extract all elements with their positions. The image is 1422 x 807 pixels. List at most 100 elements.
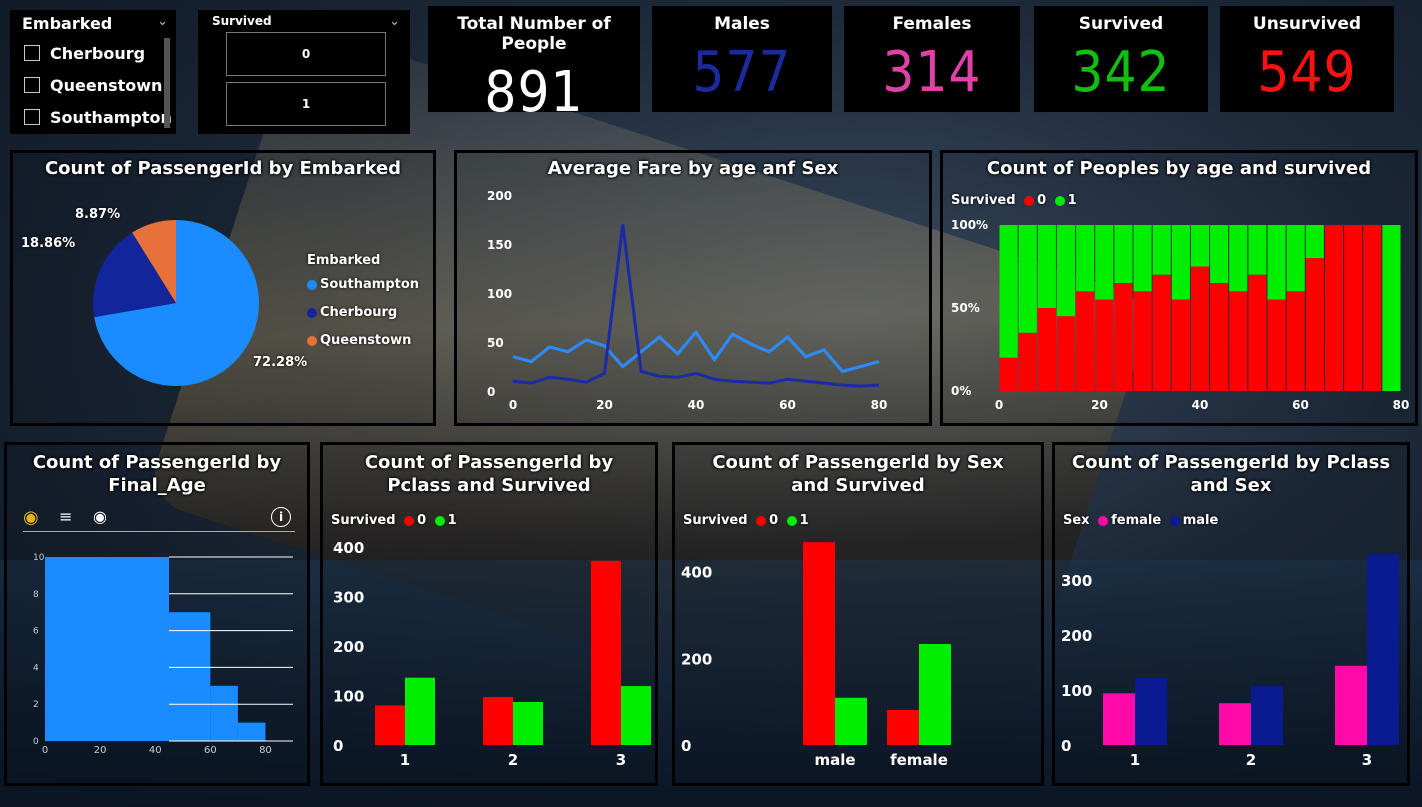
bar	[405, 677, 435, 745]
pie-label-queenstown: 8.87%	[75, 207, 121, 222]
slicer-item-southampton[interactable]: Southampton	[24, 101, 176, 133]
slicer-scrollbar[interactable]	[164, 38, 170, 128]
sex-survived-panel[interactable]: Count of PassengerId by Sex and Survived…	[672, 442, 1044, 786]
legend-dot	[307, 279, 317, 290]
category-label: 2	[508, 751, 518, 769]
kpi-title: Unsurvived	[1252, 14, 1362, 34]
pclass-sex-panel[interactable]: Count of PassengerId by Pclass and Sex S…	[1052, 442, 1410, 786]
y-tick-label: 100%	[951, 218, 988, 232]
x-tick-label: 60	[1292, 398, 1309, 412]
y-tick-label: 200	[487, 189, 512, 203]
checkbox[interactable]	[24, 45, 40, 61]
slicer-item-queenstown[interactable]: Queenstown	[24, 69, 176, 101]
final-age-panel[interactable]: Count of PassengerId by Final_Age ◉ ≡ ◉ …	[4, 442, 310, 786]
pie-label-southampton: 72.28%	[253, 355, 308, 370]
y-tick-label: 10	[33, 553, 45, 563]
embarked-slicer-title: Embarked	[22, 14, 113, 33]
bar	[803, 542, 835, 745]
bar-survived-0	[1267, 299, 1286, 391]
y-tick-label: 200	[1061, 627, 1092, 645]
bar-survived-0	[1248, 274, 1267, 391]
bar-survived-0	[1133, 291, 1152, 391]
bar-survived-1	[1229, 225, 1248, 292]
bar-survived-0	[1152, 274, 1171, 391]
pclass-survived-chart: 0 100 200 300 400 1 2 3	[333, 539, 651, 769]
bar-survived-1	[1286, 225, 1305, 292]
y-tick-label: 6	[33, 627, 39, 637]
pclass-survived-panel[interactable]: Count of PassengerId by Pclass and Survi…	[320, 442, 658, 786]
y-tick-label: 150	[487, 238, 512, 252]
bar-survived-1	[1210, 225, 1229, 284]
bar-survived-0	[1324, 225, 1344, 391]
category-label: 3	[616, 751, 626, 769]
kpi-value: 577	[692, 40, 792, 105]
bar	[513, 701, 543, 745]
y-tick-label: 0	[487, 385, 495, 399]
bar-survived-1	[1056, 225, 1076, 317]
bar-survived-1	[1114, 225, 1133, 284]
bar-survived-1	[1076, 225, 1095, 292]
legend-item-cherbourg[interactable]: Cherbourg	[307, 305, 397, 320]
survived-option-0[interactable]: 0	[226, 32, 386, 76]
kpi-title: Survived	[1078, 14, 1164, 34]
bar-survived-0	[1286, 291, 1305, 391]
legend-item-queenstown[interactable]: Queenstown	[307, 333, 411, 348]
legend-item-southampton[interactable]: Southampton	[307, 277, 419, 292]
y-tick-label: 400	[333, 539, 364, 557]
bar	[1335, 665, 1367, 745]
bar-survived-1	[1382, 225, 1401, 391]
x-tick-label: 20	[596, 398, 613, 412]
chevron-down-icon[interactable]: ⌄	[389, 14, 400, 29]
survived-option-1[interactable]: 1	[226, 82, 386, 126]
sex-survived-chart: 0 200 400 male female	[681, 542, 951, 769]
y-tick-label: 8	[33, 590, 39, 600]
bar	[1251, 685, 1283, 745]
bar-survived-0	[1037, 308, 1056, 391]
bar-survived-0	[1095, 299, 1114, 391]
y-tick-label: 50%	[951, 301, 980, 315]
kpi-total: Total Number of People 891	[428, 6, 640, 125]
bar	[887, 709, 919, 745]
pie-panel[interactable]: Count of PassengerId by Embarked 8.87% 1…	[10, 150, 436, 426]
bar-survived-1	[1037, 225, 1056, 308]
age-survived-chart: 0% 50% 100% 0 20 40 60 80	[951, 218, 1410, 412]
bar	[483, 696, 513, 745]
bar-survived-0	[1018, 332, 1037, 391]
kpi-value: 314	[882, 40, 982, 105]
histogram-bar	[45, 557, 169, 741]
category-label: 1	[400, 751, 410, 769]
checkbox[interactable]	[24, 109, 40, 125]
y-tick-label: 100	[487, 287, 512, 301]
kpi-survived: Survived 342	[1034, 6, 1208, 112]
age-survived-panel[interactable]: Count of Peoples by age and survived Sur…	[940, 150, 1418, 426]
y-tick-label: 4	[33, 663, 39, 673]
x-tick-label: 80	[1393, 398, 1410, 412]
bar	[1367, 554, 1399, 745]
category-label: 1	[1130, 751, 1140, 769]
series-line	[512, 329, 880, 374]
category-label: 3	[1362, 751, 1372, 769]
histogram-bar	[169, 612, 211, 741]
bar-survived-0	[1076, 291, 1095, 391]
kpi-value: 549	[1257, 40, 1357, 105]
fare-panel[interactable]: Average Fare by age anf Sex 0 50 100 150 200…	[454, 150, 932, 426]
x-tick-label: 80	[259, 745, 272, 756]
x-tick-label: 0	[509, 398, 517, 412]
bar-survived-0	[1171, 299, 1190, 391]
slicer-item-cherbourg[interactable]: Cherbourg	[24, 37, 176, 69]
histogram-bar	[237, 722, 266, 741]
kpi-title: Males	[714, 14, 770, 34]
survived-slicer-title: Survived	[212, 14, 272, 28]
x-tick-label: 60	[779, 398, 796, 412]
chevron-down-icon[interactable]: ⌄	[157, 14, 168, 33]
bar-survived-1	[1133, 225, 1152, 292]
y-tick-label: 200	[333, 638, 364, 656]
checkbox[interactable]	[24, 77, 40, 93]
bar	[1219, 703, 1251, 745]
category-label: 2	[1246, 751, 1256, 769]
category-label: male	[814, 751, 855, 769]
x-tick-label: 20	[94, 745, 107, 756]
x-tick-label: 20	[1091, 398, 1108, 412]
legend-dot	[307, 307, 317, 318]
y-tick-label: 0	[1061, 737, 1071, 755]
